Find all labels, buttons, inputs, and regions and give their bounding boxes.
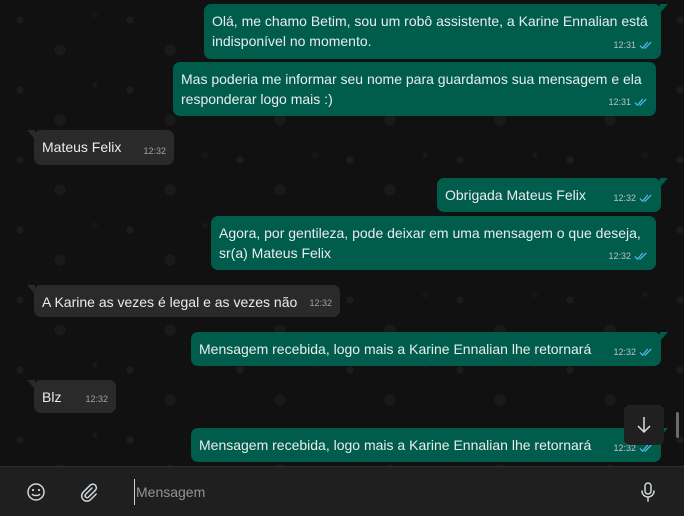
attach-button[interactable] (76, 480, 100, 504)
message-text-line: Mas poderia me informar seu nome para gu… (181, 71, 642, 87)
message-outgoing[interactable]: Mensagem recebida, logo mais a Karine En… (191, 428, 668, 462)
message-text-line: responderar logo mais :) (181, 91, 333, 107)
message-text-line: Mensagem recebida, logo mais a Karine En… (199, 341, 592, 357)
double-check-icon (639, 41, 652, 49)
message-time: 12:32 (613, 193, 636, 203)
emoji-icon (27, 483, 45, 501)
message-input[interactable] (134, 479, 614, 505)
message-time: 12:32 (309, 298, 332, 308)
message-outgoing[interactable]: Obrigada Mateus Felix 12:32 (437, 178, 668, 212)
double-check-icon (639, 348, 652, 356)
message-time: 12:32 (143, 146, 166, 156)
double-check-icon (639, 194, 652, 202)
message-time: 12:31 (608, 97, 631, 107)
microphone-icon (641, 482, 655, 502)
message-incoming[interactable]: Mateus Felix 12:32 (27, 130, 174, 165)
message-outgoing[interactable]: Agora, por gentileza, pode deixar em uma… (211, 216, 656, 270)
message-outgoing[interactable]: Olá, me chamo Betim, sou um robô assiste… (204, 4, 668, 59)
arrow-down-icon (637, 417, 651, 434)
message-text-line: Agora, por gentileza, pode deixar em uma… (219, 225, 641, 241)
double-check-icon (634, 252, 647, 260)
emoji-button[interactable] (24, 480, 48, 504)
scroll-to-bottom-button[interactable] (624, 405, 664, 445)
message-incoming[interactable]: A Karine as vezes é legal e as vezes não… (27, 285, 340, 317)
message-time: 12:32 (613, 347, 636, 357)
scrollbar-thumb[interactable] (676, 412, 679, 438)
voice-record-button[interactable] (636, 480, 660, 504)
chat-area[interactable]: Olá, me chamo Betim, sou um robô assiste… (0, 0, 684, 466)
message-text-line: sr(a) Mateus Felix (219, 245, 332, 261)
message-text-line: Mensagem recebida, logo mais a Karine En… (199, 437, 592, 453)
message-outgoing[interactable]: Mensagem recebida, logo mais a Karine En… (191, 332, 668, 366)
double-check-icon (634, 98, 647, 106)
paperclip-icon (80, 483, 98, 502)
message-time: 12:31 (613, 40, 636, 50)
message-outgoing[interactable]: Mas poderia me informar seu nome para gu… (173, 62, 656, 116)
message-text-line: Olá, me chamo Betim, sou um robô assiste… (212, 13, 648, 29)
message-time: 12:32 (85, 394, 108, 404)
message-text-line: indisponível no momento. (212, 33, 372, 49)
message-incoming[interactable]: Blz 12:32 (27, 380, 116, 413)
message-text-line: A Karine as vezes é legal e as vezes não (42, 294, 298, 310)
message-composer (0, 466, 684, 516)
message-time: 12:32 (608, 251, 631, 261)
